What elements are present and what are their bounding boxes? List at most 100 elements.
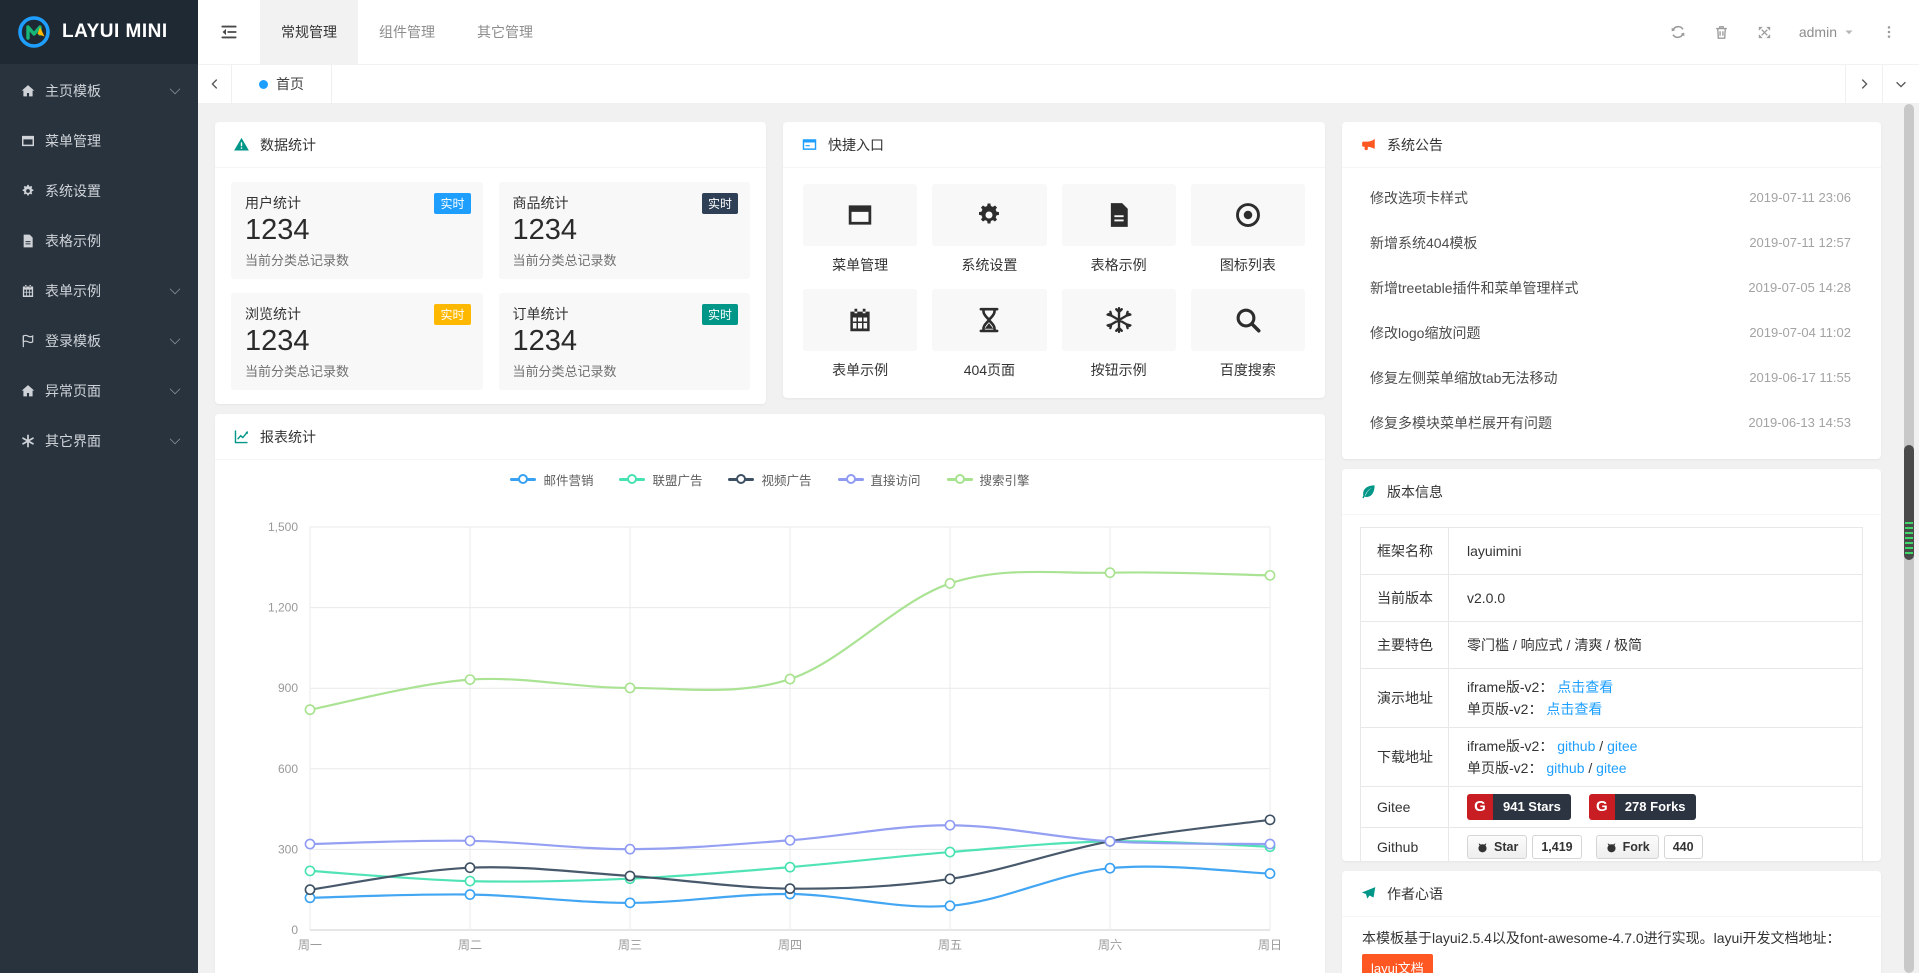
stats-grid: 用户统计实时1234当前分类总记录数商品统计实时1234当前分类总记录数浏览统计…: [215, 168, 766, 404]
shortcut-label: 按钮示例: [1062, 360, 1176, 380]
stat-desc: 当前分类总记录数: [245, 250, 469, 269]
stat-desc: 当前分类总记录数: [245, 361, 469, 380]
shortcut-0[interactable]: 菜单管理: [803, 184, 917, 275]
sidebar-item-2[interactable]: 系统设置: [0, 166, 198, 216]
sidebar-item-label: 异常页面: [45, 381, 170, 401]
calendar-icon: [20, 283, 36, 299]
version-label: Github: [1361, 828, 1449, 862]
legend-item-0[interactable]: 邮件营销: [510, 470, 593, 489]
gitee-badge[interactable]: G941 Stars: [1467, 794, 1571, 820]
stat-value: 1234: [245, 325, 469, 358]
stat-badge: 实时: [702, 193, 738, 214]
logo[interactable]: LAYUI MINI: [0, 0, 198, 64]
main-content: 数据统计 用户统计实时1234当前分类总记录数商品统计实时1234当前分类总记录…: [198, 104, 1919, 973]
sidebar-item-0[interactable]: 主页模板: [0, 66, 198, 116]
sidebar-item-4[interactable]: 表单示例: [0, 266, 198, 316]
scrollbar-grip-stripes: [1905, 522, 1913, 554]
link-gitee[interactable]: gitee: [1607, 738, 1637, 754]
asterisk-icon: [20, 433, 36, 449]
module-tab-1[interactable]: 组件管理: [358, 0, 456, 64]
module-tab-0[interactable]: 常规管理: [260, 0, 358, 64]
legend-item-1[interactable]: 联盟广告: [619, 470, 702, 489]
github-count: 440: [1664, 835, 1703, 859]
sidebar-item-1[interactable]: 菜单管理: [0, 116, 198, 166]
legend-item-4[interactable]: 搜索引擎: [947, 470, 1030, 489]
version-label: 下载地址: [1361, 728, 1449, 787]
sidebar-item-3[interactable]: 表格示例: [0, 216, 198, 266]
svg-text:周日: 周日: [1258, 938, 1282, 952]
clear-cache-button[interactable]: [1713, 24, 1730, 41]
sidebar-item-6[interactable]: 异常页面: [0, 366, 198, 416]
chevron-right-icon: [1857, 77, 1871, 91]
sidebar-item-label: 菜单管理: [45, 131, 180, 151]
gitee-badge[interactable]: G278 Forks: [1589, 794, 1696, 820]
tab-options-button[interactable]: [1882, 65, 1919, 103]
chart-legend: 邮件营销 联盟广告 视频广告 直接访问 搜索引擎: [215, 469, 1325, 489]
version-value: layuimini: [1449, 528, 1863, 575]
github-badge-fork[interactable]: Fork440: [1596, 835, 1703, 859]
sidebar-item-5[interactable]: 登录模板: [0, 316, 198, 366]
gitee-icon: G: [1467, 794, 1493, 820]
file-icon: [1104, 200, 1134, 230]
link-github[interactable]: github: [1546, 760, 1584, 776]
link-github[interactable]: github: [1557, 738, 1595, 754]
stat-desc: 当前分类总记录数: [513, 250, 737, 269]
card-announcements: 系统公告 修改选项卡样式2019-07-11 23:06新增系统404模板201…: [1342, 122, 1881, 459]
shortcut-4[interactable]: 表单示例: [803, 289, 917, 380]
legend-label: 邮件营销: [543, 470, 593, 489]
tab-home-label: 首页: [276, 74, 304, 94]
report-title: 报表统计: [260, 427, 316, 447]
layui-doc-badge[interactable]: layui文档: [1362, 954, 1433, 973]
announcements-list: 修改选项卡样式2019-07-11 23:06新增系统404模板2019-07-…: [1342, 168, 1881, 445]
fullscreen-button[interactable]: [1756, 24, 1773, 41]
data-stats-title: 数据统计: [260, 135, 316, 155]
dot-circle-icon: [1233, 200, 1263, 230]
legend-item-3[interactable]: 直接访问: [838, 470, 921, 489]
announcement-row-1: 新增系统404模板2019-07-11 12:57: [1370, 220, 1851, 265]
svg-text:周二: 周二: [458, 938, 482, 952]
caret-down-icon: [1843, 26, 1855, 38]
chevron-down-icon: [170, 84, 181, 95]
version-row-4: 下载地址iframe版-v2： github / gitee单页版-v2： gi…: [1361, 728, 1863, 787]
shortcut-3[interactable]: 图标列表: [1191, 184, 1305, 275]
card-window-icon: [801, 136, 818, 153]
svg-text:周六: 周六: [1098, 938, 1122, 952]
more-actions-button[interactable]: [1881, 24, 1897, 40]
version-value: iframe版-v2： github / gitee单页版-v2： github…: [1449, 728, 1863, 787]
svg-text:600: 600: [278, 762, 298, 776]
announcement-date: 2019-07-04 11:02: [1749, 325, 1851, 340]
chevron-down-icon: [170, 284, 181, 295]
page-scrollbar: [1904, 104, 1914, 973]
author-title: 作者心语: [1387, 884, 1443, 904]
scrollbar-thumb[interactable]: [1904, 445, 1914, 560]
shortcut-5[interactable]: 404页面: [932, 289, 1046, 380]
leaf-icon: [1360, 483, 1377, 500]
tab-scroll-right-button[interactable]: [1845, 65, 1882, 103]
octocat-icon: [1605, 841, 1618, 854]
tab-home[interactable]: 首页: [232, 65, 332, 103]
collapse-sidebar-button[interactable]: [198, 0, 260, 64]
link-gitee[interactable]: gitee: [1596, 760, 1626, 776]
chevron-down-icon: [1894, 77, 1908, 91]
user-dropdown[interactable]: admin: [1799, 24, 1855, 40]
chevron-down-icon: [170, 434, 181, 445]
link-点击查看[interactable]: 点击查看: [1546, 701, 1602, 717]
tab-scroll-left-button[interactable]: [198, 65, 232, 103]
version-title: 版本信息: [1387, 482, 1443, 502]
shortcut-2[interactable]: 表格示例: [1062, 184, 1176, 275]
version-value: 零门槛 / 响应式 / 清爽 / 极简: [1449, 622, 1863, 669]
announcement-text: 修复左侧菜单缩放tab无法移动: [1370, 368, 1557, 388]
shortcut-1[interactable]: 系统设置: [932, 184, 1046, 275]
shortcut-label: 系统设置: [932, 255, 1046, 275]
gitee-icon: G: [1589, 794, 1615, 820]
legend-item-2[interactable]: 视频广告: [728, 470, 811, 489]
module-tab-2[interactable]: 其它管理: [456, 0, 554, 64]
sidebar-item-7[interactable]: 其它界面: [0, 416, 198, 466]
github-badge-star[interactable]: Star1,419: [1467, 835, 1582, 859]
link-点击查看[interactable]: 点击查看: [1557, 679, 1613, 695]
shortcut-label: 百度搜索: [1191, 360, 1305, 380]
shortcut-6[interactable]: 按钮示例: [1062, 289, 1176, 380]
announcements-header: 系统公告: [1342, 122, 1881, 168]
refresh-button[interactable]: [1669, 23, 1687, 41]
shortcut-7[interactable]: 百度搜索: [1191, 289, 1305, 380]
